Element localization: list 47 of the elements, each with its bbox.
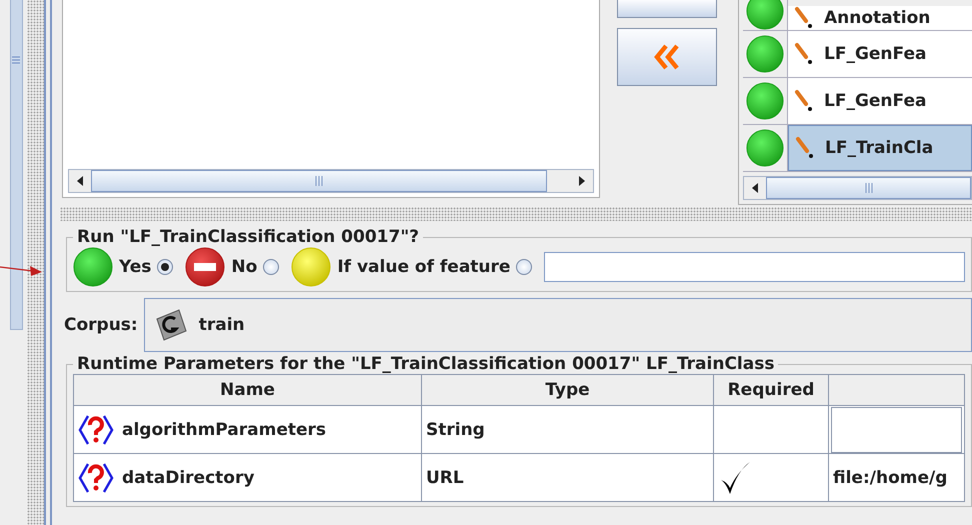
corpus-label: Corpus: xyxy=(64,315,138,335)
radio-button[interactable] xyxy=(516,259,532,275)
group-title: Runtime Parameters for the "LF_TrainClassification 00017" LF_TrainClass xyxy=(76,354,776,374)
table-cell: URL xyxy=(422,454,714,502)
feature-field[interactable] xyxy=(544,252,965,282)
table-cell: dataDirectory xyxy=(122,468,254,488)
ball-icon xyxy=(746,129,784,167)
resource-row[interactable]: LF_GenFea xyxy=(788,31,972,77)
radio-button[interactable] xyxy=(263,259,280,275)
ball-icon xyxy=(746,35,784,73)
splitter-bar[interactable] xyxy=(60,207,972,221)
right-arrow-icon xyxy=(578,176,586,186)
group-title: Run "LF_TrainClassification 00017"? xyxy=(76,227,420,247)
resource-row[interactable]: LF_TrainCla xyxy=(788,125,972,171)
arrow xyxy=(0,263,42,277)
option-label: Yes xyxy=(119,257,152,277)
left-arrow-icon xyxy=(76,176,84,186)
scrollbar-thumb[interactable] xyxy=(91,170,547,192)
value-field[interactable] xyxy=(831,406,962,452)
resource-row[interactable]: LF_GenFea xyxy=(788,78,972,124)
ball-icon xyxy=(291,247,332,287)
toolbar-button[interactable] xyxy=(617,0,717,18)
resource-row[interactable]: Annotation xyxy=(788,6,972,30)
table-cell: algorithmParameters xyxy=(122,420,326,440)
scrollbar[interactable] xyxy=(743,176,972,200)
move-left-button[interactable] xyxy=(617,28,717,86)
corpus-field[interactable]: train xyxy=(144,298,972,352)
scrollbar-thumb[interactable] xyxy=(766,177,971,199)
tool-icon xyxy=(794,89,814,113)
option-label: No xyxy=(231,257,258,277)
tool-icon xyxy=(794,42,814,66)
option-label: If value of feature xyxy=(337,257,510,277)
left-arrow-icon xyxy=(751,183,759,193)
splitter-bar[interactable] xyxy=(27,0,44,525)
ball-icon xyxy=(746,82,784,120)
ball-icon xyxy=(73,247,113,287)
table-cell[interactable]: file:/home/g xyxy=(829,454,965,502)
tool-icon xyxy=(795,136,815,160)
tool-icon xyxy=(794,6,814,30)
scrollbar[interactable] xyxy=(68,169,594,193)
stop-icon xyxy=(185,247,226,287)
radio-button[interactable] xyxy=(157,259,174,275)
column-header[interactable]: Name xyxy=(74,374,422,406)
column-header[interactable]: Type xyxy=(422,374,714,406)
grip-icon[interactable] xyxy=(12,56,20,64)
table-cell: String xyxy=(422,406,714,454)
column-header[interactable]: Required xyxy=(714,374,829,406)
